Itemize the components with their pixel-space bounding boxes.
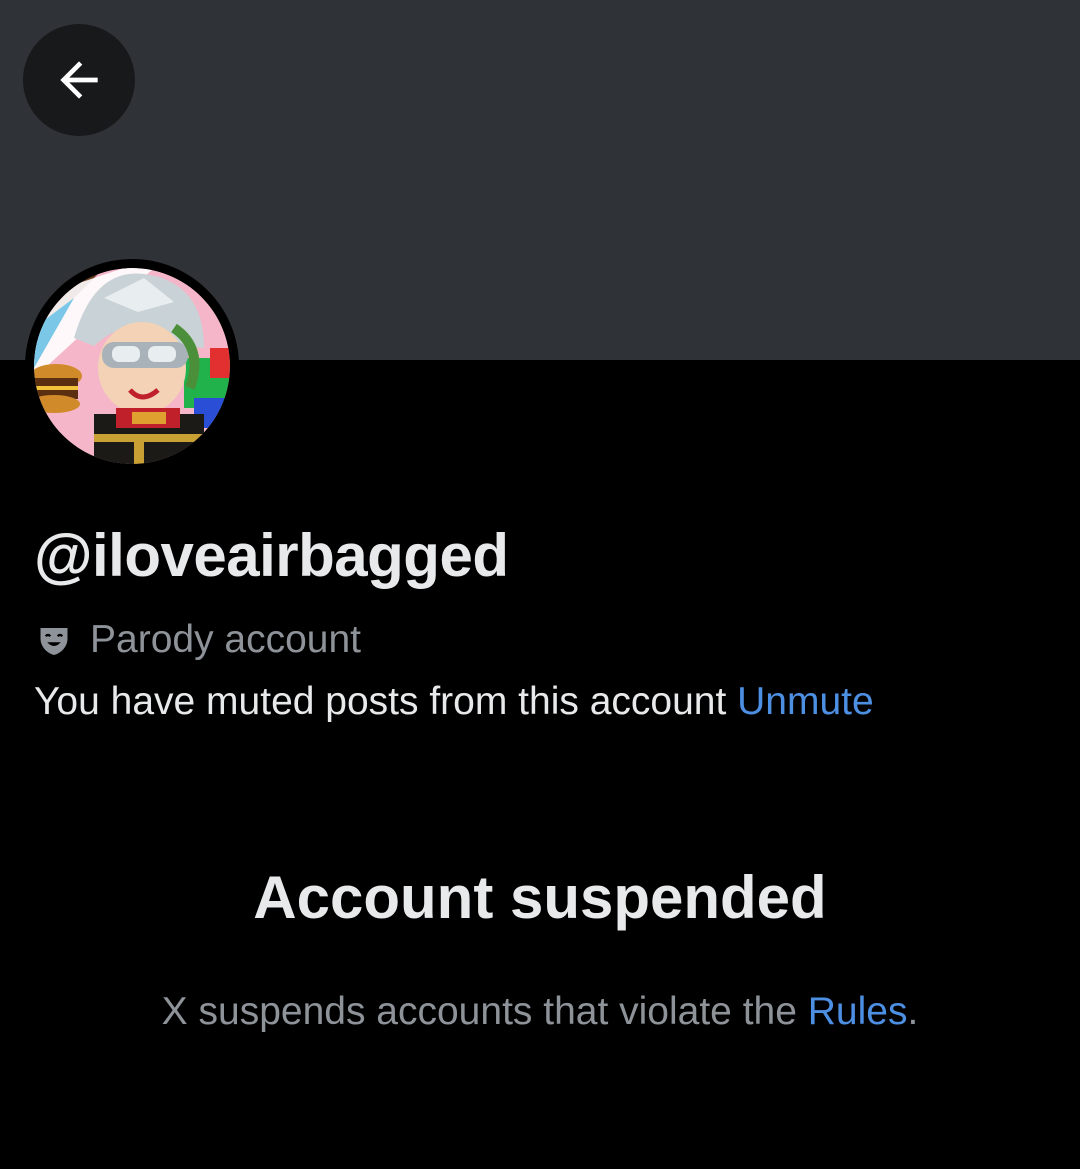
suspension-description-period: . — [907, 990, 919, 1033]
unmute-link[interactable]: Unmute — [737, 680, 874, 723]
arrow-left-icon — [51, 52, 107, 108]
profile-page: @iloveairbagged Parody account You have … — [0, 0, 1080, 1169]
rules-link[interactable]: Rules — [808, 990, 908, 1033]
back-button[interactable] — [23, 24, 135, 136]
avatar-frame — [25, 259, 239, 473]
theater-masks-icon — [36, 622, 72, 658]
muted-notice-text: You have muted posts from this account — [34, 680, 727, 723]
account-suspended-title: Account suspended — [253, 864, 827, 931]
avatar[interactable] — [34, 268, 230, 464]
muted-notice: You have muted posts from this account U… — [34, 677, 874, 727]
profile-handle: @iloveairbagged — [34, 522, 509, 589]
parody-account-label: Parody account — [90, 618, 362, 661]
suspension-description-text: X suspends accounts that violate the — [161, 990, 797, 1033]
suspension-description: X suspends accounts that violate the Rul… — [0, 987, 1080, 1037]
parody-label-row: Parody account — [36, 616, 361, 664]
